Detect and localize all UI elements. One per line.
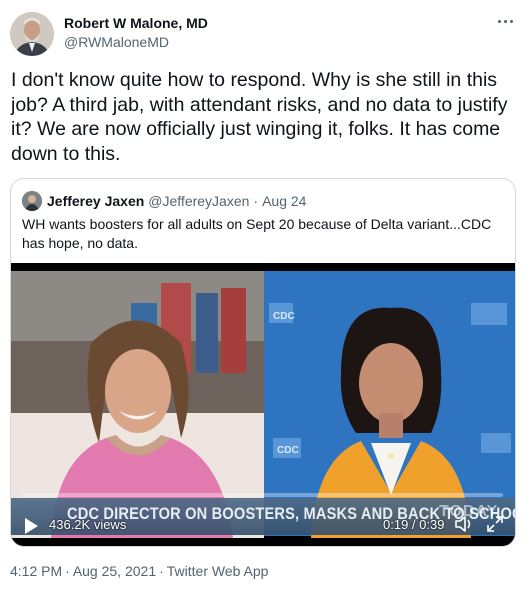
quoted-tweet-text: WH wants boosters for all adults on Sept… [22,216,492,251]
meta-separator: · [159,563,164,579]
quoted-tweet-card[interactable]: Jefferey Jaxen @JeffereyJaxen · Aug 24 W… [10,178,516,547]
play-icon[interactable] [23,517,39,535]
tweet-time[interactable]: 4:12 PM [10,563,62,579]
video-time: 0:19 / 0:39 [383,517,445,532]
quoted-display-name[interactable]: Jefferey Jaxen [47,193,144,209]
volume-icon[interactable] [454,515,474,533]
tweet-date[interactable]: Aug 25, 2021 [73,563,156,579]
profile-photo-icon [10,12,54,56]
quoted-separator: · [253,193,259,209]
tweet-source[interactable]: Twitter Web App [167,563,269,579]
video-player[interactable]: CDC CDC CDC DIRECTOR ON BOOSTERS, MASKS … [11,263,515,546]
author-display-name[interactable]: Robert W Malone, MD [64,14,208,32]
tweet-metadata: 4:12 PM · Aug 25, 2021 · Twitter Web App [10,563,268,579]
quoted-date[interactable]: Aug 24 [262,193,306,209]
video-progress-bar[interactable] [23,493,503,497]
quoted-profile-photo-icon [22,191,42,211]
more-options-icon[interactable] [495,13,515,29]
tweet-header: Robert W Malone, MD @RWMaloneMD [10,10,521,56]
svg-text:CDC: CDC [277,445,299,456]
quoted-author-avatar [22,191,42,211]
author-handle[interactable]: @RWMaloneMD [64,32,208,52]
quoted-tweet-header: Jefferey Jaxen @JeffereyJaxen · Aug 24 [22,191,306,211]
tweet-text: I don't know quite how to respond. Why i… [11,69,508,165]
fullscreen-icon[interactable] [486,515,504,533]
svg-text:CDC: CDC [273,311,295,322]
author-block: Robert W Malone, MD @RWMaloneMD [64,14,208,52]
meta-separator: · [65,563,70,579]
quoted-handle[interactable]: @JeffereyJaxen [148,193,249,209]
author-avatar[interactable] [10,12,54,56]
video-view-count: 436.2K views [49,517,127,532]
